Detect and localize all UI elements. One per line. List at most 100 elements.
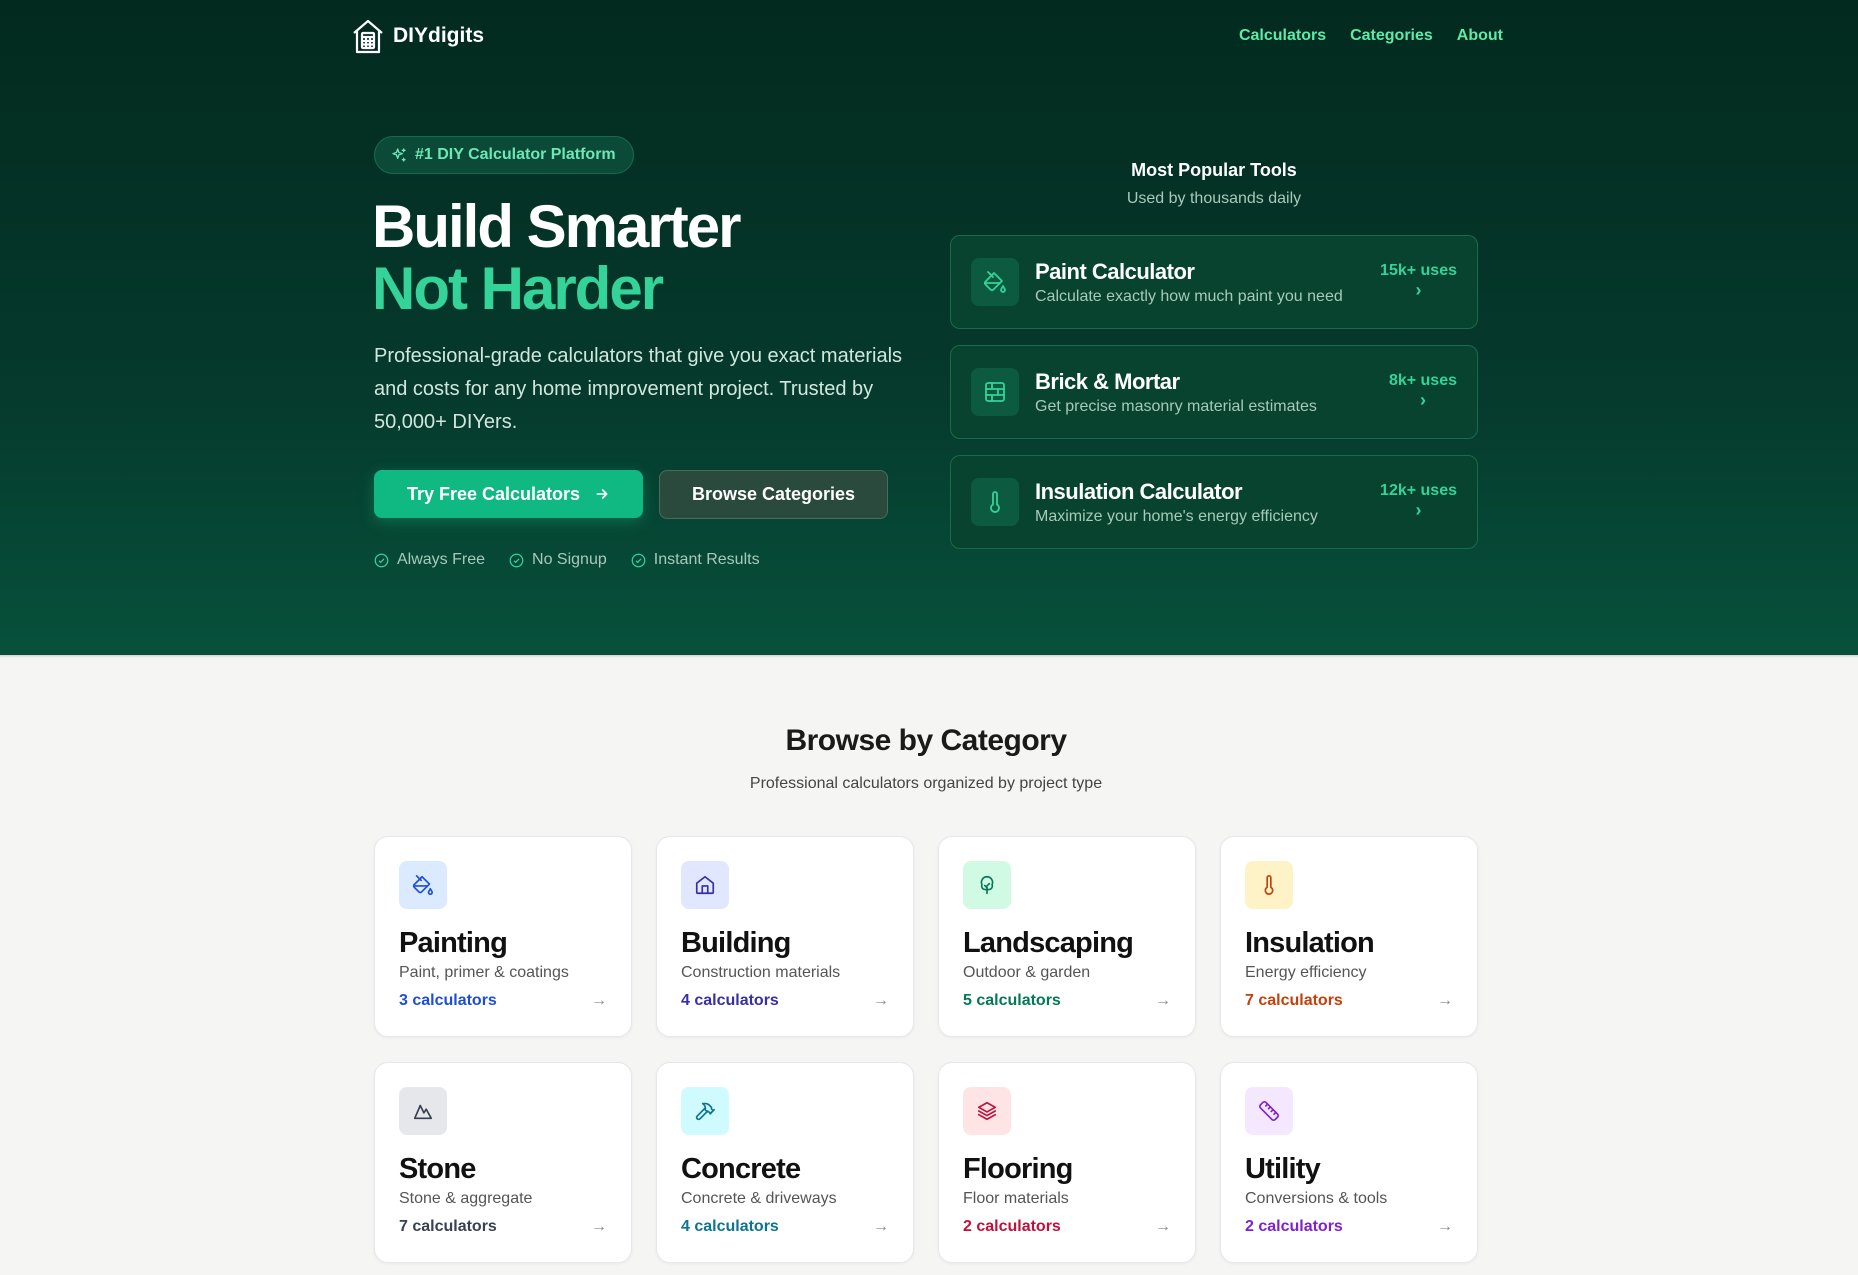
category-footer: 2 calculators → <box>1245 1218 1453 1236</box>
browse-categories-button[interactable]: Browse Categories <box>659 470 888 519</box>
chevron-right-icon: › <box>1419 390 1426 410</box>
category-icon-box <box>681 861 729 909</box>
category-footer: 3 calculators → <box>399 992 607 1010</box>
tool-text: Paint Calculator Calculate exactly how m… <box>1035 259 1380 306</box>
tree-icon <box>980 875 994 895</box>
hero-title-line1: Build Smarter <box>372 193 741 260</box>
category-icon-box <box>963 1087 1011 1135</box>
category-name: Insulation <box>1245 927 1375 959</box>
tool-icon-box <box>971 368 1019 416</box>
tool-icon-box <box>971 258 1019 306</box>
try-free-calculators-label: Try Free Calculators <box>406 483 581 504</box>
category-card-painting[interactable]: Painting Paint, primer & coatings 3 calcul… <box>374 836 632 1037</box>
benefit-label: Always Free <box>397 551 486 568</box>
category-card-utility[interactable]: Utility Conversions & tools 2 calculators → <box>1220 1062 1478 1263</box>
arrow-right-icon: → <box>1155 1218 1171 1235</box>
category-icon-box <box>399 861 447 909</box>
category-desc: Outdoor & garden <box>963 964 1091 981</box>
category-count: 4 calculators <box>681 1218 779 1235</box>
tool-uses-label: 8k+ uses <box>1388 372 1457 389</box>
tool-uses: 15k+ uses › <box>1380 262 1457 299</box>
category-name: Painting <box>399 927 508 959</box>
category-icon-box <box>1245 1087 1293 1135</box>
ruler-icon <box>1259 1101 1279 1121</box>
tool-desc: Get precise masonry material estimates <box>1035 397 1317 415</box>
category-footer: 7 calculators → <box>1245 992 1453 1010</box>
category-icon-box <box>681 1087 729 1135</box>
tool-uses-label: 15k+ uses <box>1380 262 1457 279</box>
tool-card-insulation-calculator[interactable]: Insulation Calculator Maximize your home… <box>950 455 1478 549</box>
category-card-concrete[interactable]: Concrete Concrete & driveways 4 calculator… <box>656 1062 914 1263</box>
category-count: 2 calculators <box>963 1218 1061 1235</box>
nav-link-calculators[interactable]: Calculators <box>1239 27 1326 45</box>
check-circle-icon <box>509 553 524 567</box>
arrow-right-icon <box>596 489 608 499</box>
brand-logo[interactable]: DIYdigits <box>351 17 484 55</box>
categories-subtitle: Professional calculators organized by pr… <box>749 775 1103 792</box>
category-name: Utility <box>1245 1153 1321 1185</box>
paint-bucket-icon <box>983 271 1006 293</box>
category-footer: 4 calculators → <box>681 992 889 1010</box>
category-count: 7 calculators <box>399 1218 497 1235</box>
tool-name: Brick & Mortar <box>1035 368 1180 394</box>
nav-links: Calculators Categories About <box>1239 27 1503 45</box>
nav-link-categories[interactable]: Categories <box>1350 27 1433 45</box>
category-icon-box <box>399 1087 447 1135</box>
category-card-building[interactable]: Building Construction materials 4 calculat… <box>656 836 914 1037</box>
arrow-right-icon: → <box>591 1218 607 1235</box>
benefit-instant-results: Instant Results <box>631 551 760 569</box>
try-free-calculators-button[interactable]: Try Free Calculators <box>374 470 643 518</box>
category-count: 4 calculators <box>681 992 779 1009</box>
house-icon <box>695 875 715 895</box>
hero-lead: Professional-grade calculators that give… <box>374 345 903 433</box>
category-count: 5 calculators <box>963 992 1061 1009</box>
category-footer: 4 calculators → <box>681 1218 889 1236</box>
category-icon-box <box>963 861 1011 909</box>
category-icon-box <box>1245 861 1293 909</box>
paint-bucket-icon <box>412 875 433 895</box>
category-footer: 7 calculators → <box>399 1218 607 1236</box>
category-card-stone[interactable]: Stone Stone & aggregate 7 calculators → <box>374 1062 632 1263</box>
category-card-insulation[interactable]: Insulation Energy efficiency 7 calculators… <box>1220 836 1478 1037</box>
category-name: Flooring <box>963 1153 1073 1185</box>
hero-title: Build Smarter Not Harder <box>372 193 741 322</box>
categories-title: Browse by Category <box>785 724 1067 757</box>
category-count: 3 calculators <box>399 992 497 1009</box>
chevron-right-icon: › <box>1415 500 1422 520</box>
category-name: Stone <box>399 1153 476 1185</box>
arrow-right-icon: → <box>873 1218 889 1235</box>
benefit-label: No Signup <box>532 551 607 568</box>
category-desc: Conversions & tools <box>1245 1190 1388 1207</box>
popular-tools-subtitle: Used by thousands daily <box>1126 190 1302 207</box>
category-count: 2 calculators <box>1245 1218 1343 1235</box>
category-footer: 2 calculators → <box>963 1218 1171 1236</box>
tool-uses: 12k+ uses › <box>1380 482 1457 519</box>
mountain-icon <box>413 1104 433 1120</box>
tool-card-paint-calculator[interactable]: Paint Calculator Calculate exactly how m… <box>950 235 1478 329</box>
tool-card-brick-mortar[interactable]: Brick & Mortar Get precise masonry mater… <box>950 345 1478 439</box>
top-nav: DIYdigits Calculators Categories About <box>351 16 1503 56</box>
arrow-right-icon: → <box>1155 992 1171 1009</box>
hammer-icon <box>695 1102 715 1121</box>
tool-text: Insulation Calculator Maximize your home… <box>1035 479 1380 526</box>
category-card-landscaping[interactable]: Landscaping Outdoor & garden 5 calculators… <box>938 836 1196 1037</box>
chevron-right-icon: › <box>1415 280 1422 300</box>
category-desc: Concrete & driveways <box>681 1190 837 1207</box>
tool-desc: Maximize your home's energy efficiency <box>1035 507 1318 525</box>
tool-uses: 8k+ uses › <box>1389 372 1457 409</box>
category-desc: Construction materials <box>681 964 841 981</box>
check-circle-icon <box>631 553 646 567</box>
layers-icon <box>977 1101 997 1121</box>
arrow-right-icon: → <box>873 992 889 1009</box>
tool-desc: Calculate exactly how much paint you nee… <box>1035 287 1343 305</box>
category-footer: 5 calculators → <box>963 992 1171 1010</box>
category-card-flooring[interactable]: Flooring Floor materials 2 calculators → <box>938 1062 1196 1263</box>
thermometer-icon <box>990 491 1000 513</box>
brand-name: DIYdigits <box>393 24 485 47</box>
check-circle-icon <box>374 553 389 567</box>
hero-title-line2: Not Harder <box>372 255 664 322</box>
benefit-no-signup: No Signup <box>509 551 607 569</box>
brick-wall-icon <box>985 382 1005 402</box>
tool-name: Insulation Calculator <box>1035 478 1243 504</box>
nav-link-about[interactable]: About <box>1457 27 1503 45</box>
